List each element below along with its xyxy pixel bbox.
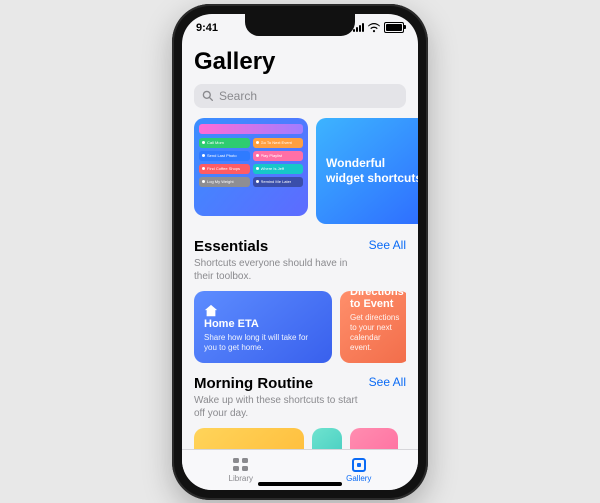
section-title: Morning Routine bbox=[194, 375, 364, 392]
home-indicator[interactable] bbox=[258, 482, 342, 486]
hero-card-header bbox=[199, 124, 303, 134]
card-title: Directions to Event bbox=[350, 291, 400, 311]
library-icon bbox=[232, 457, 250, 473]
content[interactable]: Gallery Search Call MomGo To Next EventS… bbox=[182, 42, 418, 449]
card-morning-3[interactable] bbox=[350, 428, 398, 449]
card-subtitle: Get directions to your next calendar eve… bbox=[350, 313, 400, 353]
section-essentials: Essentials Shortcuts everyone should hav… bbox=[194, 238, 406, 363]
status-time: 9:41 bbox=[196, 22, 218, 34]
search-input[interactable]: Search bbox=[194, 84, 406, 108]
section-subtitle: Wake up with these shortcuts to start of… bbox=[194, 394, 364, 420]
see-all-link[interactable]: See All bbox=[369, 238, 406, 252]
card-title: Home ETA bbox=[204, 318, 322, 330]
tab-library[interactable]: Library bbox=[229, 457, 253, 483]
search-placeholder: Search bbox=[219, 89, 257, 103]
hero-card-widget[interactable]: Wonderful widget shortcuts bbox=[316, 118, 418, 224]
card-morning-2[interactable] bbox=[312, 428, 342, 449]
chip: Call Mom bbox=[199, 138, 250, 148]
section-title: Essentials bbox=[194, 238, 364, 255]
chip: Play Playlist bbox=[253, 151, 304, 161]
chip: Find Coffee Shops bbox=[199, 164, 250, 174]
search-icon bbox=[202, 90, 213, 101]
chip: Send Last Photo bbox=[199, 151, 250, 161]
battery-icon bbox=[384, 22, 404, 33]
card-subtitle: Share how long it will take for you to g… bbox=[204, 333, 322, 353]
gallery-icon bbox=[350, 457, 368, 473]
see-all-link[interactable]: See All bbox=[369, 375, 406, 389]
hero-card-title: Wonderful widget shortcuts bbox=[326, 156, 418, 185]
chip: Remind Me Later bbox=[253, 177, 304, 187]
section-subtitle: Shortcuts everyone should have in their … bbox=[194, 257, 364, 283]
tab-label: Library bbox=[229, 474, 253, 483]
chip: Log My Weight bbox=[199, 177, 250, 187]
chip: Where Is Jeff bbox=[253, 164, 304, 174]
tab-gallery[interactable]: Gallery bbox=[346, 457, 371, 483]
tab-label: Gallery bbox=[346, 474, 371, 483]
section-morning: Morning Routine Wake up with these short… bbox=[194, 375, 406, 449]
card-directions[interactable]: Directions to Event Get directions to yo… bbox=[340, 291, 406, 363]
screen: 9:41 Gallery Search Call MomGo To Next E bbox=[182, 14, 418, 490]
hero-cards[interactable]: Call MomGo To Next EventSend Last PhotoP… bbox=[194, 118, 406, 224]
card-home-eta[interactable]: Home ETA Share how long it will take for… bbox=[194, 291, 332, 363]
home-icon bbox=[204, 304, 218, 318]
wifi-icon bbox=[368, 23, 380, 33]
card-morning-1[interactable] bbox=[194, 428, 304, 449]
notch bbox=[245, 14, 355, 36]
page-title: Gallery bbox=[194, 48, 406, 76]
chip: Go To Next Event bbox=[253, 138, 304, 148]
iphone-frame: 9:41 Gallery Search Call MomGo To Next E bbox=[172, 4, 428, 500]
hero-card-shortcuts[interactable]: Call MomGo To Next EventSend Last PhotoP… bbox=[194, 118, 308, 216]
